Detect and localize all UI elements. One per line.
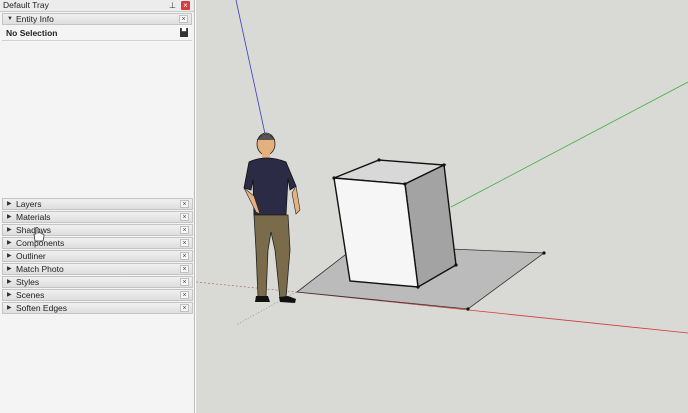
expand-arrow-right-icon: ▶	[7, 279, 12, 285]
panel-label: Scenes	[16, 290, 45, 300]
panel-header-outliner[interactable]: ▶ Outliner ×	[2, 250, 193, 262]
pin-icon[interactable]: ⊥	[168, 1, 177, 10]
panel-label: Outliner	[16, 251, 46, 261]
scene-canvas[interactable]	[196, 0, 688, 413]
expand-arrow-down-icon: ▼	[7, 16, 13, 22]
panel-label: Match Photo	[16, 264, 64, 274]
expand-arrow-right-icon: ▶	[7, 266, 12, 272]
close-icon[interactable]: ×	[179, 15, 188, 23]
close-icon[interactable]: ×	[180, 278, 189, 286]
blue-axis	[235, 0, 268, 144]
hand-cursor-icon	[33, 227, 45, 242]
panel-header-styles[interactable]: ▶ Styles ×	[2, 276, 193, 288]
panel-header-entity-info[interactable]: ▼ Entity Info ×	[2, 13, 192, 25]
expand-arrow-right-icon: ▶	[7, 227, 12, 233]
expand-arrow-right-icon: ▶	[7, 201, 12, 207]
close-icon[interactable]: ×	[180, 213, 189, 221]
panel-header-materials[interactable]: ▶ Materials ×	[2, 211, 193, 223]
3d-viewport[interactable]	[196, 0, 688, 413]
default-tray: Default Tray ⊥ × ▼ Entity Info × No Sele…	[0, 0, 195, 413]
person-figure[interactable]	[243, 132, 301, 303]
selection-status: No Selection	[6, 28, 58, 38]
tray-title: Default Tray	[3, 0, 49, 10]
panel-header-soften-edges[interactable]: ▶ Soften Edges ×	[2, 302, 193, 314]
panel-label: Layers	[16, 199, 42, 209]
close-icon[interactable]: ×	[180, 200, 189, 208]
red-axis	[295, 291, 688, 334]
panel-header-match-photo[interactable]: ▶ Match Photo ×	[2, 263, 193, 275]
expand-arrow-right-icon: ▶	[7, 253, 12, 259]
panel-label: Styles	[16, 277, 40, 287]
entity-info-body: No Selection ▀	[2, 25, 192, 41]
panel-header-scenes[interactable]: ▶ Scenes ×	[2, 289, 193, 301]
panel-label: Entity Info	[16, 14, 54, 24]
expand-arrow-right-icon: ▶	[7, 214, 12, 220]
panel-header-layers[interactable]: ▶ Layers ×	[2, 198, 193, 210]
expand-arrow-right-icon: ▶	[7, 305, 12, 311]
expand-arrow-right-icon: ▶	[7, 240, 12, 246]
expand-arrow-right-icon: ▶	[7, 292, 12, 298]
panel-label: Soften Edges	[16, 303, 68, 313]
tray-close-button[interactable]: ×	[181, 1, 190, 10]
close-icon[interactable]: ×	[180, 291, 189, 299]
close-icon[interactable]: ×	[180, 239, 189, 247]
collapsed-panel-list: ▶ Layers × ▶ Materials × ▶ Shadows × ▶ C…	[0, 197, 195, 314]
green-axis	[450, 81, 688, 208]
tray-title-bar[interactable]: Default Tray ⊥ ×	[0, 0, 194, 12]
details-toggle-icon[interactable]: ▀	[180, 28, 188, 37]
close-icon[interactable]: ×	[180, 265, 189, 273]
close-icon[interactable]: ×	[180, 252, 189, 260]
close-icon[interactable]: ×	[180, 304, 189, 312]
close-icon[interactable]: ×	[180, 226, 189, 234]
panel-label: Materials	[16, 212, 51, 222]
